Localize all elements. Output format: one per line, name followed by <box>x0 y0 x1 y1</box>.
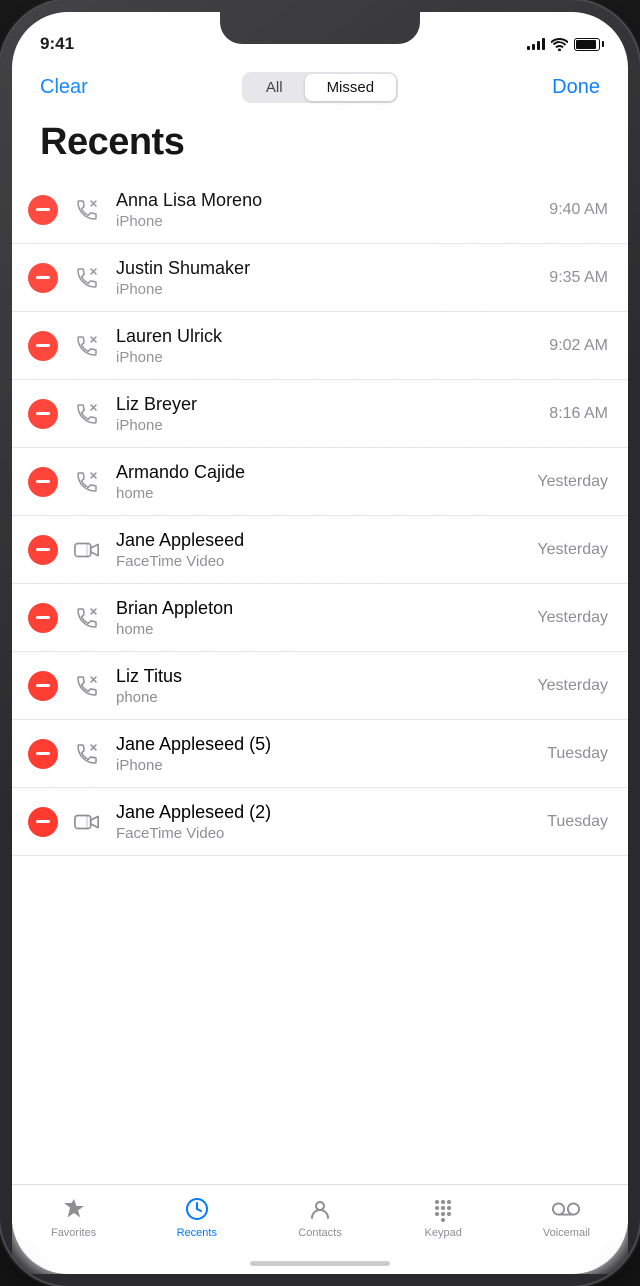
phone-call-icon <box>70 669 104 703</box>
wifi-icon <box>551 38 568 51</box>
nav-bar: Clear All Missed Done <box>12 62 628 115</box>
favorites-icon <box>60 1195 88 1223</box>
list-item[interactable]: Liz Titus phone Yesterday <box>12 652 628 720</box>
contact-name: Liz Breyer <box>116 394 537 415</box>
contact-type: home <box>116 485 525 502</box>
delete-button[interactable] <box>28 603 58 633</box>
contact-name: Jane Appleseed <box>116 530 525 551</box>
list-item[interactable]: Jane Appleseed (5) iPhone Tuesday <box>12 720 628 788</box>
facetime-video-icon <box>70 805 104 839</box>
contact-type: phone <box>116 689 525 706</box>
delete-button[interactable] <box>28 263 58 293</box>
contact-time: 9:02 AM <box>549 337 608 355</box>
contact-list: Anna Lisa Moreno iPhone 9:40 AM Justin Shu… <box>12 176 628 1274</box>
voicemail-label: Voicemail <box>543 1227 590 1239</box>
recents-icon <box>183 1195 211 1223</box>
keypad-label: Keypad <box>425 1227 462 1239</box>
contact-name: Armando Cajide <box>116 462 525 483</box>
contacts-icon <box>306 1195 334 1223</box>
recents-label: Recents <box>177 1227 217 1239</box>
contact-time: 9:40 AM <box>549 201 608 219</box>
segment-missed[interactable]: Missed <box>305 74 397 101</box>
done-button[interactable]: Done <box>552 76 600 99</box>
contact-name: Justin Shumaker <box>116 258 537 279</box>
list-item[interactable]: Liz Breyer iPhone 8:16 AM <box>12 380 628 448</box>
contact-type: iPhone <box>116 417 537 434</box>
facetime-video-icon <box>70 533 104 567</box>
delete-button[interactable] <box>28 195 58 225</box>
list-item[interactable]: Jane Appleseed (2) FaceTime Video Tuesday <box>12 788 628 856</box>
contact-name: Jane Appleseed (2) <box>116 802 535 823</box>
contact-name: Anna Lisa Moreno <box>116 190 537 211</box>
list-item[interactable]: Justin Shumaker iPhone 9:35 AM <box>12 244 628 312</box>
contact-time: Tuesday <box>547 745 608 763</box>
contact-type: iPhone <box>116 349 537 366</box>
contact-name: Lauren Ulrick <box>116 326 537 347</box>
delete-button[interactable] <box>28 739 58 769</box>
phone-call-icon <box>70 465 104 499</box>
phone-call-icon <box>70 397 104 431</box>
contact-type: iPhone <box>116 757 535 774</box>
main-content: 9:41 Cle <box>12 12 628 1274</box>
page-title: Recents <box>12 115 628 176</box>
delete-button[interactable] <box>28 331 58 361</box>
contact-time: 8:16 AM <box>549 405 608 423</box>
status-time: 9:41 <box>40 34 74 54</box>
home-indicator <box>250 1261 390 1266</box>
contact-name: Liz Titus <box>116 666 525 687</box>
phone-call-icon <box>70 329 104 363</box>
segment-all[interactable]: All <box>244 74 305 101</box>
contact-time: Yesterday <box>537 541 608 559</box>
contact-type: iPhone <box>116 281 537 298</box>
delete-button[interactable] <box>28 399 58 429</box>
contact-type: home <box>116 621 525 638</box>
delete-button[interactable] <box>28 535 58 565</box>
voicemail-icon <box>552 1195 580 1223</box>
keypad-icon <box>429 1195 457 1223</box>
contact-time: Yesterday <box>537 609 608 627</box>
segment-control: All Missed <box>242 72 398 103</box>
list-item[interactable]: Anna Lisa Moreno iPhone 9:40 AM <box>12 176 628 244</box>
phone-call-icon <box>70 261 104 295</box>
contact-name: Jane Appleseed (5) <box>116 734 535 755</box>
contact-type: iPhone <box>116 213 537 230</box>
notch <box>220 12 420 44</box>
contact-type: FaceTime Video <box>116 553 525 570</box>
tab-contacts[interactable]: Contacts <box>258 1195 381 1239</box>
tab-recents[interactable]: Recents <box>135 1195 258 1239</box>
screen: 9:41 Cle <box>12 12 628 1274</box>
list-item[interactable]: Brian Appleton home Yesterday <box>12 584 628 652</box>
contact-name: Brian Appleton <box>116 598 525 619</box>
favorites-label: Favorites <box>51 1227 96 1239</box>
contact-time: Tuesday <box>547 813 608 831</box>
delete-button[interactable] <box>28 467 58 497</box>
tab-voicemail[interactable]: Voicemail <box>505 1195 628 1239</box>
clear-button[interactable]: Clear <box>40 76 88 99</box>
list-item[interactable]: Lauren Ulrick iPhone 9:02 AM <box>12 312 628 380</box>
list-item[interactable]: Jane Appleseed FaceTime Video Yesterday <box>12 516 628 584</box>
status-icons <box>527 38 600 51</box>
contact-type: FaceTime Video <box>116 825 535 842</box>
battery-icon <box>574 38 600 51</box>
phone-call-icon <box>70 737 104 771</box>
list-item[interactable]: Armando Cajide home Yesterday <box>12 448 628 516</box>
phone-frame: 9:41 Cle <box>0 0 640 1286</box>
tab-keypad[interactable]: Keypad <box>382 1195 505 1239</box>
tab-favorites[interactable]: Favorites <box>12 1195 135 1239</box>
contacts-label: Contacts <box>298 1227 341 1239</box>
delete-button[interactable] <box>28 671 58 701</box>
phone-call-icon <box>70 193 104 227</box>
delete-button[interactable] <box>28 807 58 837</box>
signal-bars-icon <box>527 38 545 50</box>
contact-time: Yesterday <box>537 677 608 695</box>
phone-call-icon <box>70 601 104 635</box>
contact-time: Yesterday <box>537 473 608 491</box>
contact-time: 9:35 AM <box>549 269 608 287</box>
